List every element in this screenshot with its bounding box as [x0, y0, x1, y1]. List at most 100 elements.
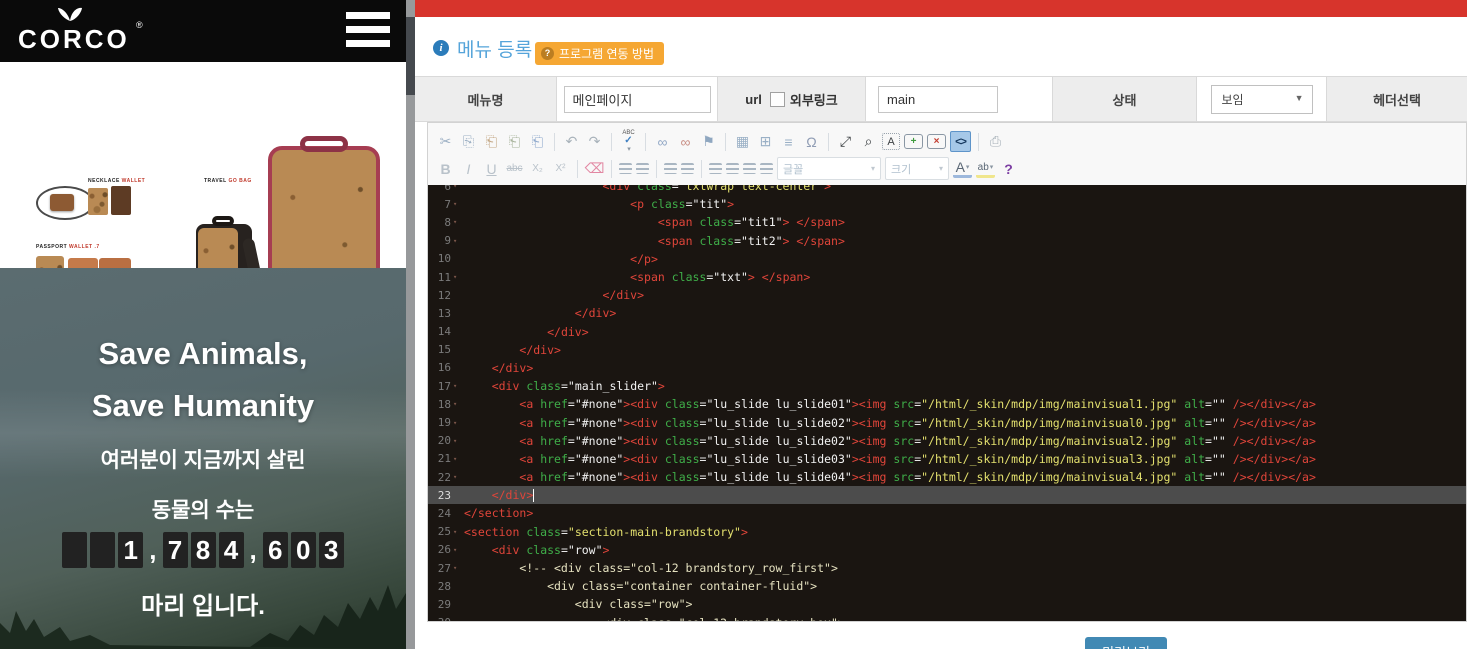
toolbar-divider: [611, 160, 612, 178]
external-link-label: 외부링크: [790, 90, 838, 109]
counter-digit-box: [62, 532, 87, 568]
code-line-27: 27▾ <!-- <div class="col-12 brandstory_r…: [428, 559, 1466, 577]
html-editor: ✂⎘⎗⎗⎗↶↷ABC✓▾∞∞⚑▦⊞≡Ω⤢⌕A+×<>⎙ BIUabcX₂X²⌫글…: [427, 122, 1467, 622]
unlink-icon[interactable]: ∞: [676, 132, 695, 151]
paste-text-icon[interactable]: ⎗: [505, 132, 524, 151]
menu-name-input[interactable]: [564, 86, 711, 113]
hero-subtitle-line1: 여러분이 지금까지 살린: [0, 444, 406, 474]
strikethrough-icon[interactable]: abc: [505, 159, 524, 178]
align-justify-icon[interactable]: [760, 163, 773, 174]
link-icon[interactable]: ∞: [653, 132, 672, 151]
code-line-14: 14 </div>: [428, 323, 1466, 341]
logo-text: CORCO: [18, 24, 130, 55]
code-line-17: 17▾ <div class="main_slider">: [428, 377, 1466, 395]
counter-digit-box: 3: [319, 532, 344, 568]
bg-color-icon[interactable]: ab▾: [976, 160, 995, 178]
code-line-30: 30 <div class="col-12 brandstory_box">: [428, 614, 1466, 622]
find-replace-icon[interactable]: ⌕: [859, 132, 878, 151]
code-line-18: 18▾ <a href="#none"><div class="lu_slide…: [428, 395, 1466, 413]
code-line-21: 21▾ <a href="#none"><div class="lu_slide…: [428, 450, 1466, 468]
image-icon[interactable]: ▦: [733, 132, 752, 151]
animal-counter: 1,784,603: [0, 532, 406, 568]
outdent-icon[interactable]: [664, 163, 677, 174]
toolbar-divider: [554, 133, 555, 151]
align-left-icon[interactable]: [709, 163, 722, 174]
code-line-13: 13 </div>: [428, 304, 1466, 322]
code-line-28: 28 <div class="container container-fluid…: [428, 577, 1466, 595]
copy-icon[interactable]: ⎘: [459, 132, 478, 151]
size-dropdown[interactable]: 크기▾: [885, 157, 949, 180]
redo-icon[interactable]: ↷: [585, 132, 604, 151]
brown-wallet-image: [111, 186, 131, 215]
counter-digit-box: 6: [263, 532, 288, 568]
cut-icon[interactable]: ✂: [436, 132, 455, 151]
passport-wallet-label: PASSPORT WALLET .7: [36, 244, 100, 250]
external-link-checkbox[interactable]: [770, 92, 785, 107]
admin-panel: i 메뉴 등록 ? 프로그램 연동 방법 메뉴명 url 외부링크 상태 보임▼: [415, 0, 1467, 649]
bullet-list-icon[interactable]: [636, 163, 649, 174]
code-line-9: 9▾ <span class="tit2"> </span>: [428, 232, 1466, 250]
preview-save-button[interactable]: 미리보기: [1085, 637, 1167, 649]
menu-form-row: 메뉴명 url 외부링크 상태 보임▼ 헤더선택: [415, 76, 1467, 122]
align-right-icon[interactable]: [743, 163, 756, 174]
superscript-icon[interactable]: X²: [551, 159, 570, 178]
align-center-icon[interactable]: [726, 163, 739, 174]
chevron-down-icon: ▼: [1295, 93, 1304, 103]
select-all-icon[interactable]: A: [882, 133, 900, 150]
preview-scrollbar[interactable]: [406, 0, 415, 649]
counter-digit-box: 4: [219, 532, 244, 568]
remove-format-icon[interactable]: ⌫: [585, 159, 604, 178]
necklace-wallet-label: NECKLACE WALLET: [88, 178, 145, 184]
italic-icon[interactable]: I: [459, 159, 478, 178]
undo-icon[interactable]: ↶: [562, 132, 581, 151]
print-icon[interactable]: ⎙: [986, 132, 1005, 151]
cork-wallet-image: [88, 188, 108, 215]
horizontal-rule-icon[interactable]: ≡: [779, 132, 798, 151]
indent-icon[interactable]: [681, 163, 694, 174]
necklace-wallet-image: [50, 194, 74, 211]
hero-subtitle-line2: 동물의 수는: [0, 494, 406, 524]
code-line-22: 22▾ <a href="#none"><div class="lu_slide…: [428, 468, 1466, 486]
registered-mark: ®: [136, 20, 143, 30]
status-select[interactable]: 보임▼: [1211, 85, 1313, 114]
product-slider: NECKLACE WALLET PASSPORT WALLET .7 TRAVE…: [0, 62, 406, 268]
spellcheck-icon[interactable]: ABC✓▾: [619, 132, 638, 151]
paste-icon[interactable]: ⎗: [482, 132, 501, 151]
code-line-15: 15 </div>: [428, 341, 1466, 359]
font-dropdown[interactable]: 글꼴▾: [777, 157, 881, 180]
hero-caption: 마리 입니다.: [0, 586, 406, 621]
scrollbar-thumb[interactable]: [406, 17, 415, 95]
travel-go-bag-label: TRAVEL GO BAG: [204, 178, 252, 184]
url-label: url: [745, 92, 762, 107]
toolbar-divider: [828, 133, 829, 151]
toolbar-divider: [577, 160, 578, 178]
menu-name-label: 메뉴명: [468, 90, 504, 109]
table-icon[interactable]: ⊞: [756, 132, 775, 151]
maximize-icon[interactable]: ⤢: [836, 132, 855, 151]
hamburger-menu-icon[interactable]: [346, 12, 390, 49]
hero-title-line2: Save Humanity: [0, 388, 406, 424]
editor-toolbar: ✂⎘⎗⎗⎗↶↷ABC✓▾∞∞⚑▦⊞≡Ω⤢⌕A+×<>⎙ BIUabcX₂X²⌫글…: [428, 123, 1466, 184]
bold-icon[interactable]: B: [436, 159, 455, 178]
status-label: 상태: [1113, 90, 1137, 109]
source-icon[interactable]: <>: [950, 131, 971, 152]
subscript-icon[interactable]: X₂: [528, 159, 547, 178]
counter-digit-box: 1: [118, 532, 143, 568]
text-color-icon[interactable]: A▾: [953, 160, 972, 178]
add-word-icon[interactable]: +: [904, 134, 923, 149]
paste-word-icon[interactable]: ⎗: [528, 132, 547, 151]
text-cursor: [533, 489, 534, 502]
source-code-area[interactable]: 6▾ <div class="txtwrap text-center">7▾ <…: [428, 185, 1466, 621]
toolbar-divider: [645, 133, 646, 151]
numbered-list-icon[interactable]: [619, 163, 632, 174]
url-input[interactable]: [878, 86, 998, 113]
counter-digit-box: 8: [191, 532, 216, 568]
code-line-26: 26▾ <div class="row">: [428, 541, 1466, 559]
remove-word-icon[interactable]: ×: [927, 134, 946, 149]
special-char-icon[interactable]: Ω: [802, 132, 821, 151]
about-icon[interactable]: ?: [999, 159, 1018, 178]
anchor-flag-icon[interactable]: ⚑: [699, 132, 718, 151]
toolbar-divider: [656, 160, 657, 178]
underline-icon[interactable]: U: [482, 159, 501, 178]
program-link-help-button[interactable]: ? 프로그램 연동 방법: [535, 42, 664, 65]
